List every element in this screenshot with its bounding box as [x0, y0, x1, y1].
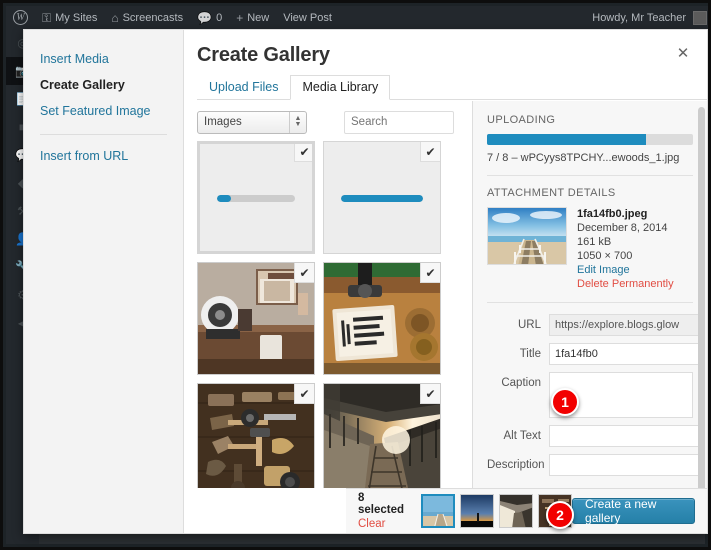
attachment-filename: 1fa14fb0.jpeg — [577, 208, 648, 220]
media-tile[interactable]: ✔ — [323, 383, 441, 488]
attachment-thumbnail[interactable] — [487, 207, 567, 265]
chevron-updown-icon: ▲ ▼ — [289, 111, 306, 133]
selected-count: 8 selected — [358, 492, 405, 516]
title-label: Title — [519, 348, 541, 360]
check-icon[interactable]: ✔ — [294, 384, 314, 404]
search-input[interactable] — [344, 110, 454, 134]
tile-upload-progress — [341, 194, 423, 202]
annotation-badge-2: 2 — [546, 501, 574, 529]
adminbar-label: Screencasts — [122, 11, 184, 24]
alt-text-label: Alt Text — [503, 430, 542, 442]
url-label: URL — [517, 319, 541, 331]
description-field[interactable] — [549, 454, 703, 476]
filter-value: Images — [204, 116, 242, 128]
sidebar-item-create-gallery[interactable]: Create Gallery — [24, 72, 183, 98]
selected-thumb-station[interactable] — [499, 494, 534, 528]
uploading-title: UPLOADING — [487, 114, 556, 126]
upload-status-text: 7 / 8 – wPCyys8TPCHY...ewoods_1.jpg — [487, 152, 680, 164]
attachment-details-title: ATTACHMENT DETAILS — [487, 187, 616, 199]
media-browser: Images ▲▼ ✔ — [185, 101, 472, 488]
attachment-scrollbar[interactable] — [698, 107, 705, 488]
description-field-row: Description — [487, 454, 703, 476]
alt-text-field[interactable] — [549, 425, 703, 447]
modal-sidebar: Insert Media Create Gallery Set Featured… — [24, 30, 184, 533]
attachment-metadata: 1fa14fb0.jpeg December 8, 2014 161 kB 10… — [577, 207, 674, 291]
avatar — [693, 10, 707, 25]
alt-text-field-row: Alt Text — [487, 425, 703, 447]
media-tile[interactable]: ✔ — [323, 262, 441, 375]
caption-label: Caption — [501, 377, 541, 389]
adminbar-item-my-sites[interactable]: ⚿ My Sites — [35, 6, 104, 29]
clear-selection-link[interactable]: Clear — [358, 518, 407, 530]
delete-permanently-link[interactable]: Delete Permanently — [577, 277, 674, 291]
sidebar-divider — [40, 134, 167, 135]
caption-field-row: Caption — [487, 372, 693, 418]
home-icon: ⌂ — [111, 10, 119, 25]
browser-frame: W ⚿ My Sites ⌂ Screencasts 💬 0 + New Vie… — [0, 0, 711, 550]
description-label: Description — [487, 459, 545, 471]
tab-media-library[interactable]: Media Library — [290, 75, 391, 100]
attachment-summary: 1fa14fb0.jpeg December 8, 2014 161 kB 10… — [487, 207, 693, 291]
wp-admin-bar: W ⚿ My Sites ⌂ Screencasts 💬 0 + New Vie… — [6, 6, 708, 29]
media-type-filter[interactable]: Images ▲ ▼ — [197, 110, 307, 134]
title-field[interactable] — [549, 343, 703, 365]
media-tile[interactable]: ✔ — [197, 383, 315, 488]
howdy-label: Howdy, Mr Teacher — [592, 11, 686, 24]
adminbar-item-comments[interactable]: 💬 0 — [190, 6, 229, 29]
close-icon[interactable]: ✕ — [673, 44, 693, 64]
tab-upload-files[interactable]: Upload Files — [197, 75, 290, 100]
media-tile[interactable]: ✔ — [323, 141, 441, 254]
modal-tabs: Upload Files Media Library — [197, 74, 707, 100]
media-tile[interactable]: ✔ — [197, 262, 315, 375]
adminbar-label: My Sites — [55, 11, 98, 24]
sidebar-item-set-featured-image[interactable]: Set Featured Image — [24, 98, 183, 124]
adminbar-item-screencasts[interactable]: ⌂ Screencasts — [104, 6, 190, 29]
title-field-row: Title — [487, 343, 703, 365]
plus-icon: + — [236, 10, 244, 25]
adminbar-label: View Post — [283, 11, 332, 24]
attachment-filesize: 161 kB — [577, 236, 612, 248]
upload-progress-bar — [487, 134, 693, 145]
url-field[interactable] — [549, 314, 703, 336]
adminbar-label: New — [247, 11, 270, 24]
modal-footer: 8 selected Clear Create a new gallery — [346, 488, 707, 533]
selection-summary: 8 selected Clear — [358, 492, 407, 530]
page-title: Create Gallery — [197, 44, 330, 66]
edit-image-link[interactable]: Edit Image — [577, 263, 674, 277]
sidebar-item-insert-media[interactable]: Insert Media — [24, 46, 183, 72]
check-icon[interactable]: ✔ — [294, 144, 312, 162]
adminbar-item-view-post[interactable]: View Post — [276, 6, 339, 29]
url-field-row: URL — [487, 314, 703, 336]
wordpress-logo-icon: W — [13, 10, 28, 25]
media-modal: Insert Media Create Gallery Set Featured… — [23, 29, 708, 534]
sidebar-item-insert-from-url[interactable]: Insert from URL — [24, 143, 183, 169]
wp-logo-menu[interactable]: W — [6, 6, 35, 29]
create-gallery-button[interactable]: Create a new gallery — [572, 497, 695, 525]
check-icon[interactable]: ✔ — [294, 263, 314, 283]
create-gallery-label: Create a new gallery — [585, 497, 657, 525]
check-icon[interactable]: ✔ — [420, 384, 440, 404]
check-icon[interactable]: ✔ — [420, 263, 440, 283]
selected-thumb-sunset[interactable] — [460, 494, 495, 528]
adminbar-account[interactable]: Howdy, Mr Teacher — [592, 10, 708, 25]
divider — [487, 175, 693, 176]
attachment-panel: UPLOADING 7 / 8 – wPCyys8TPCHY...ewoods_… — [472, 101, 707, 488]
media-grid: ✔ ✔ ✔ ✔ ✔ ✔ — [197, 141, 466, 488]
adminbar-item-new[interactable]: + New — [229, 6, 276, 29]
modal-main: Create Gallery ✕ Upload Files Media Libr… — [185, 30, 707, 533]
comment-count: 0 — [216, 11, 223, 24]
selected-thumb-pier[interactable] — [421, 494, 456, 528]
attachment-date: December 8, 2014 — [577, 222, 668, 234]
comment-icon: 💬 — [197, 10, 213, 25]
annotation-badge-1: 1 — [551, 388, 579, 416]
media-toolbar: Images ▲ ▼ — [197, 110, 462, 134]
check-icon[interactable]: ✔ — [420, 142, 440, 162]
divider — [487, 302, 693, 303]
attachment-dimensions: 1050 × 700 — [577, 250, 633, 262]
modal-content: Images ▲▼ ✔ — [185, 101, 707, 488]
tile-upload-progress — [217, 194, 295, 202]
media-tile[interactable]: ✔ — [197, 141, 315, 254]
key-icon: ⚿ — [42, 10, 52, 25]
